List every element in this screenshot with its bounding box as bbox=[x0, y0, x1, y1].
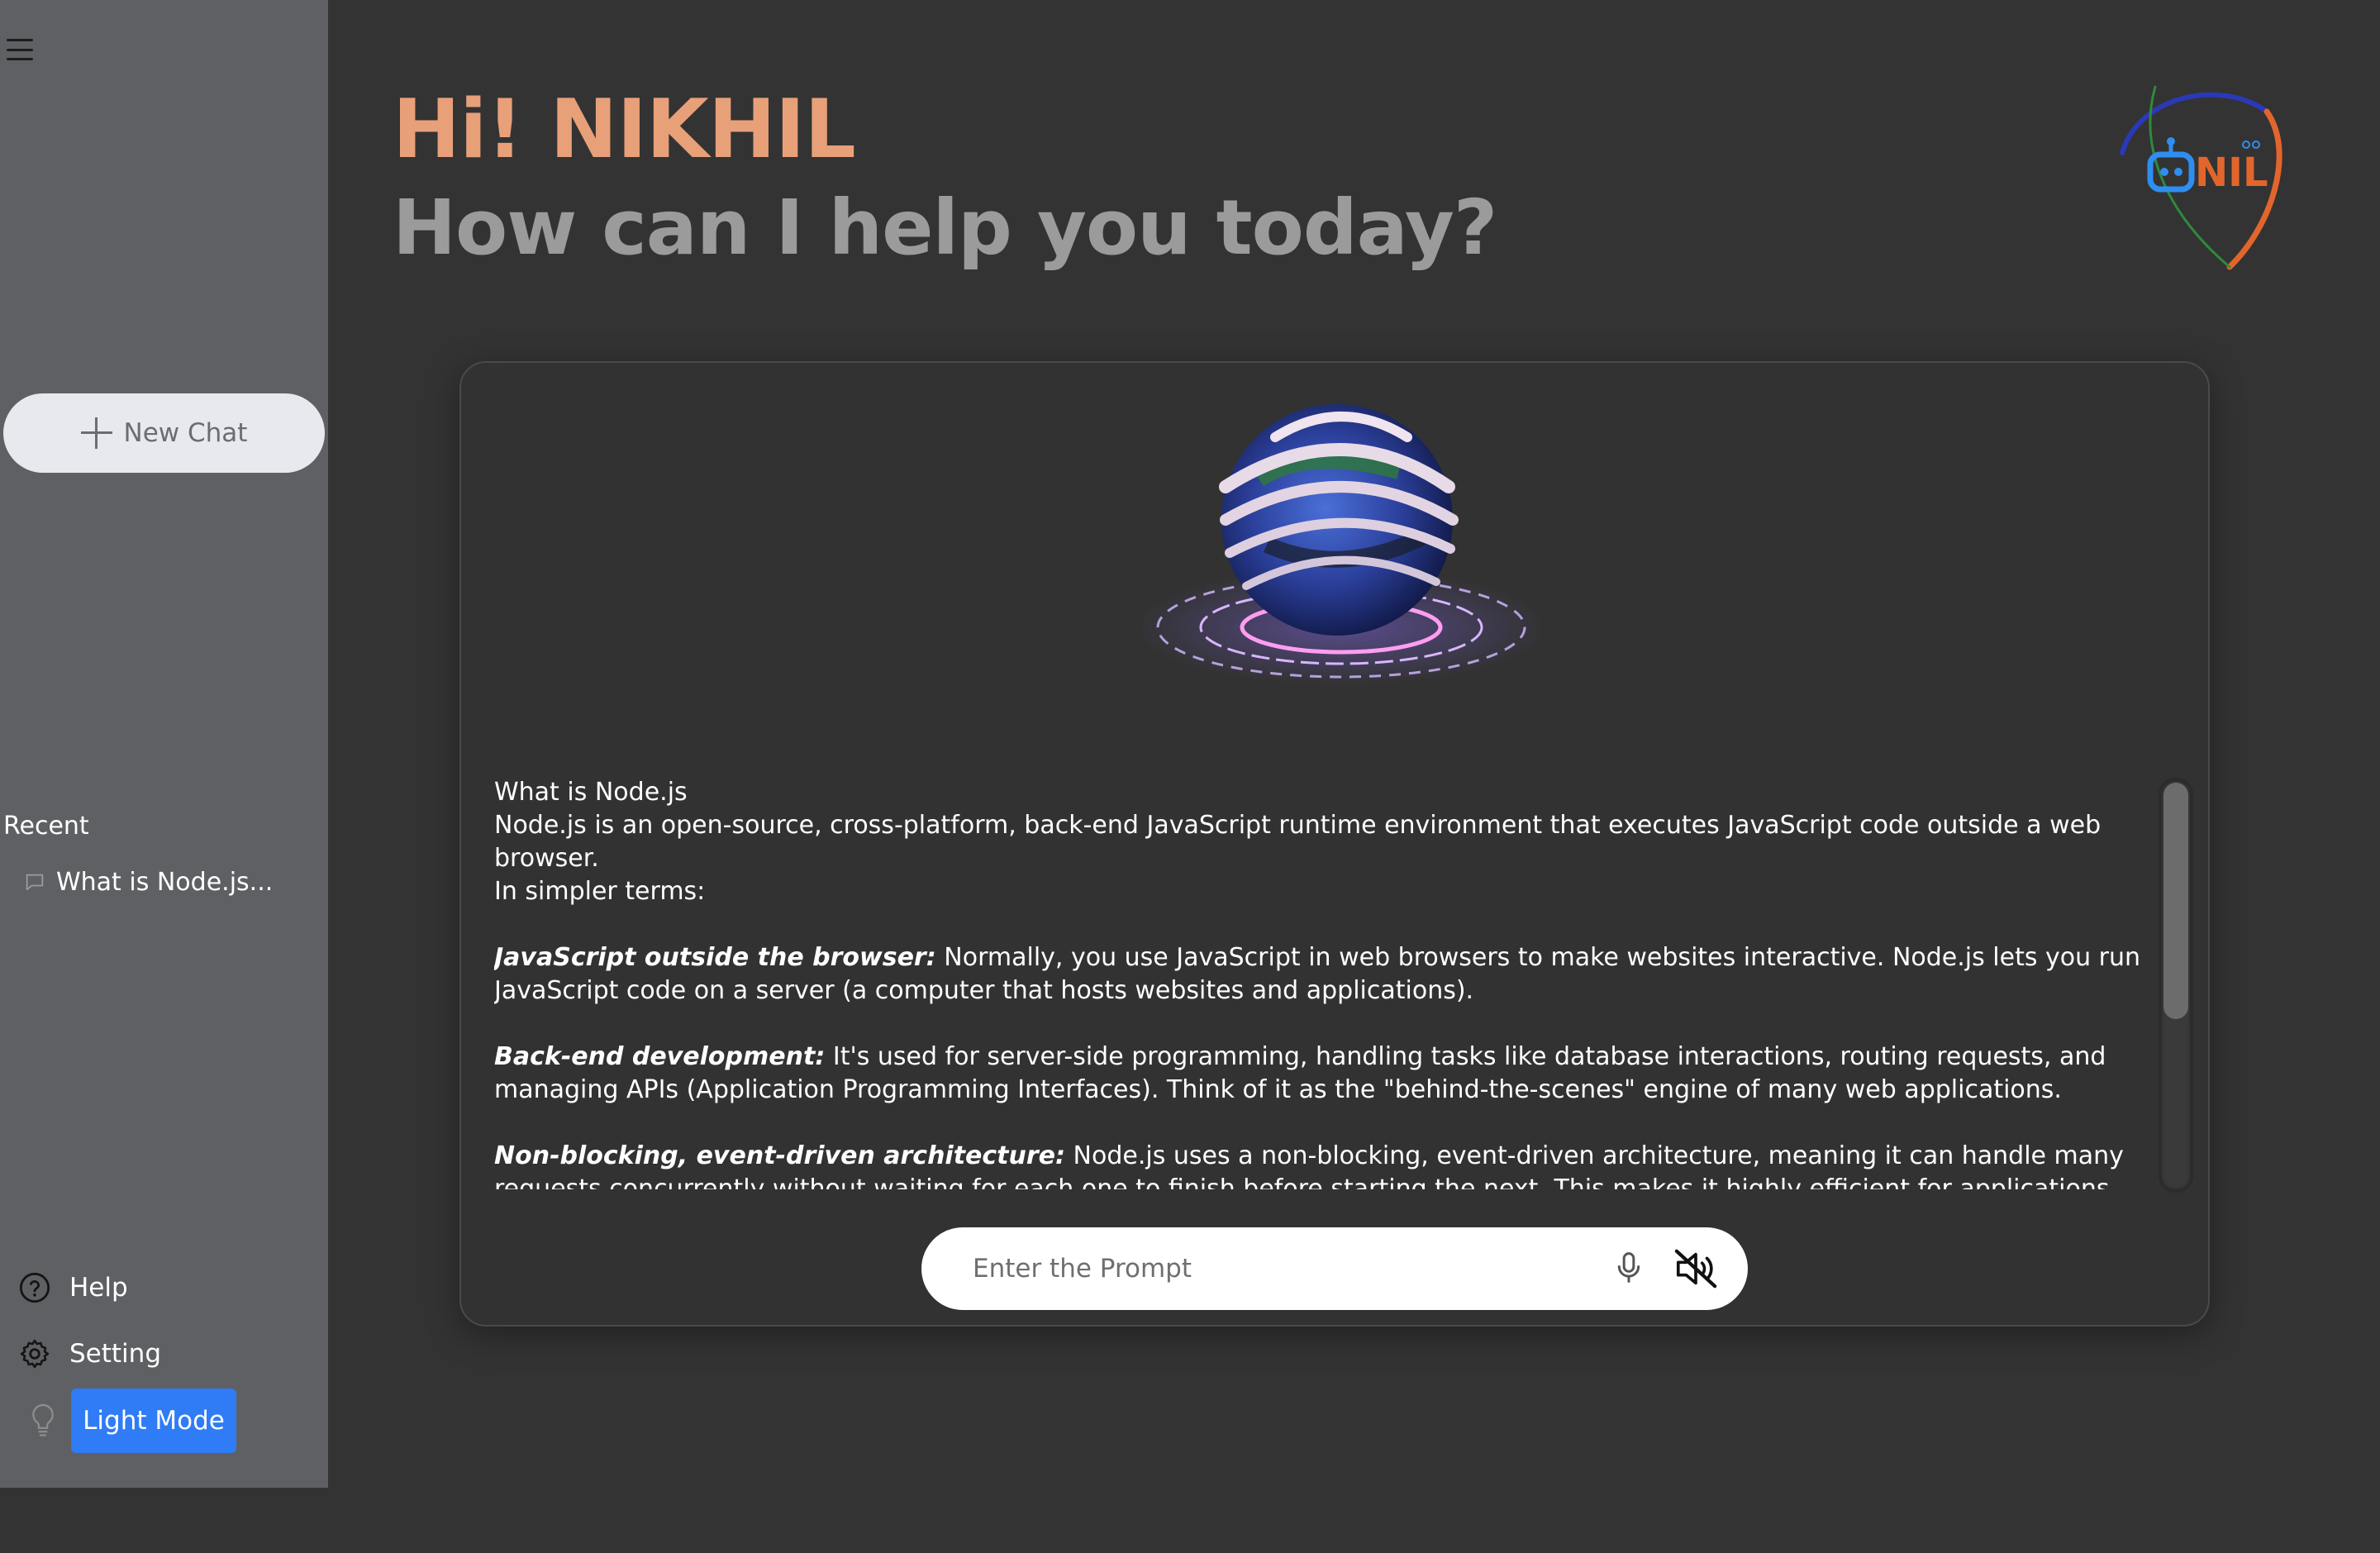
question-circle-icon bbox=[19, 1272, 50, 1303]
response-intro-2: In simpler terms: bbox=[494, 877, 706, 906]
scrollbar-thumb[interactable] bbox=[2163, 783, 2188, 1019]
app-logo: NIL bbox=[2106, 79, 2287, 277]
new-chat-label: New Chat bbox=[123, 418, 248, 448]
lightbulb-icon bbox=[32, 1403, 54, 1436]
hamburger-menu-icon[interactable] bbox=[5, 36, 35, 63]
response-text: What is Node.js Node.js is an open-sourc… bbox=[494, 776, 2147, 1189]
response-point: Back-end development: It's used for serv… bbox=[494, 1041, 2147, 1107]
greeting-title: Hi! NIKHIL bbox=[393, 83, 856, 177]
gear-icon bbox=[20, 1339, 50, 1369]
new-chat-button[interactable]: New Chat bbox=[3, 393, 325, 473]
response-point-title: Non-blocking, event-driven architecture: bbox=[494, 1141, 1066, 1170]
response-point-title: JavaScript outside the browser: bbox=[494, 943, 936, 972]
help-button[interactable]: Help bbox=[18, 1271, 128, 1304]
response-point: Non-blocking, event-driven architecture:… bbox=[494, 1140, 2147, 1189]
response-area: What is Node.js Node.js is an open-sourc… bbox=[494, 776, 2147, 1553]
prompt-bar bbox=[921, 1227, 1748, 1310]
recent-chat-item[interactable]: What is Node.js... bbox=[23, 868, 273, 897]
recent-chat-label: What is Node.js... bbox=[56, 868, 274, 897]
plus-icon bbox=[80, 417, 112, 449]
chat-card: What is Node.js Node.js is an open-sourc… bbox=[459, 361, 2210, 1327]
response-intro: Node.js is an open-source, cross-platfor… bbox=[494, 811, 2102, 873]
response-scrollbar[interactable] bbox=[2159, 778, 2193, 1193]
recent-heading: Recent bbox=[3, 812, 89, 841]
setting-label: Setting bbox=[69, 1339, 161, 1369]
help-label: Help bbox=[69, 1273, 128, 1303]
prompt-input[interactable] bbox=[971, 1253, 1612, 1284]
response-point: JavaScript outside the browser: Normally… bbox=[494, 941, 2147, 1008]
response-question: What is Node.js bbox=[494, 778, 688, 807]
animated-globe bbox=[1135, 379, 1548, 710]
response-point-title: Back-end development: bbox=[494, 1042, 826, 1071]
light-mode-row: Light Mode bbox=[28, 1389, 236, 1453]
sidebar: New Chat Recent What is Node.js... Help … bbox=[0, 0, 328, 1488]
chat-bubble-icon bbox=[26, 874, 44, 890]
speaker-muted-icon[interactable] bbox=[1673, 1247, 1718, 1290]
light-mode-button[interactable]: Light Mode bbox=[71, 1389, 236, 1453]
microphone-icon[interactable] bbox=[1612, 1250, 1645, 1287]
logo-text: NIL bbox=[2195, 150, 2268, 196]
help-subheading: How can I help you today? bbox=[393, 183, 1497, 272]
setting-button[interactable]: Setting bbox=[18, 1337, 161, 1370]
